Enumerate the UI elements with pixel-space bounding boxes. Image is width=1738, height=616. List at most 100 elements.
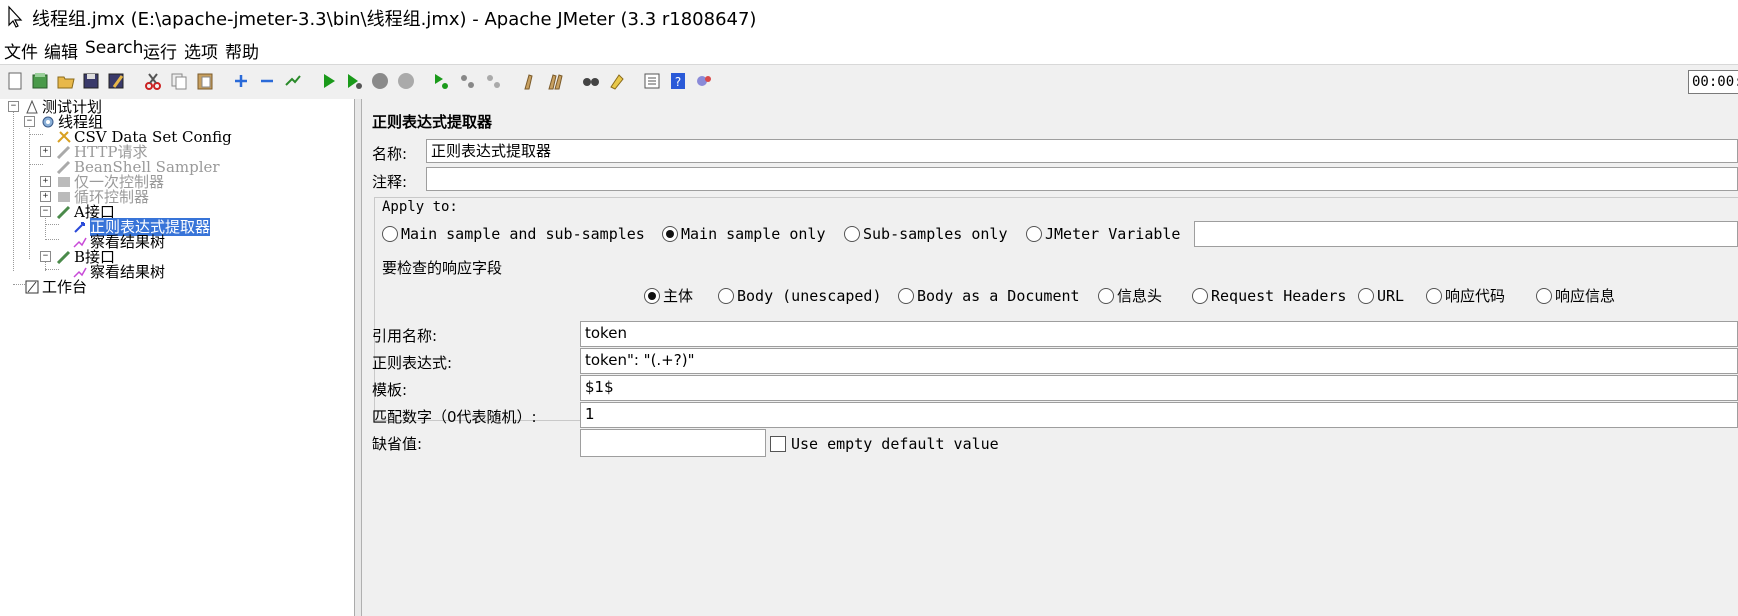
start-no-pause-icon[interactable] xyxy=(343,70,365,92)
menu-file[interactable]: 文件 xyxy=(4,38,38,63)
comment-field[interactable] xyxy=(426,167,1738,191)
template-field[interactable]: $1$ xyxy=(580,375,1738,401)
reference-name-label: 引用名称: xyxy=(372,327,438,345)
use-empty-default-checkbox[interactable]: Use empty default value xyxy=(770,433,999,455)
clear-icon[interactable] xyxy=(518,70,540,92)
cut-icon[interactable] xyxy=(142,70,164,92)
jmeter-feather-icon xyxy=(6,5,28,29)
radio-body[interactable]: 主体 xyxy=(644,285,693,307)
clear-all-icon[interactable] xyxy=(544,70,566,92)
controller-icon xyxy=(56,175,72,189)
reset-search-icon[interactable] xyxy=(606,70,628,92)
copy-icon[interactable] xyxy=(168,70,190,92)
reference-name-field[interactable]: token xyxy=(580,321,1738,347)
expand-toggle[interactable]: + xyxy=(40,191,51,202)
new-icon[interactable] xyxy=(4,70,26,92)
expand-icon[interactable] xyxy=(230,70,252,92)
function-helper-icon[interactable] xyxy=(641,70,663,92)
radio-body-unescaped[interactable]: Body (unescaped) xyxy=(718,285,882,307)
radio-indicator xyxy=(662,226,678,242)
radio-response-message[interactable]: 响应信息 xyxy=(1536,285,1615,307)
radio-sub-only[interactable]: Sub-samples only xyxy=(844,223,1008,245)
remote-stop-icon[interactable] xyxy=(456,70,478,92)
shutdown-icon[interactable] xyxy=(395,70,417,92)
collapse-toggle[interactable]: − xyxy=(8,101,19,112)
menu-edit[interactable]: 编辑 xyxy=(44,38,78,63)
comment-label: 注释: xyxy=(372,173,408,191)
expand-toggle[interactable]: + xyxy=(40,146,51,157)
paste-icon[interactable] xyxy=(194,70,216,92)
radio-indicator xyxy=(898,288,914,304)
collapse-icon[interactable] xyxy=(256,70,278,92)
pane-splitter[interactable] xyxy=(355,99,362,616)
search-icon[interactable] xyxy=(580,70,602,92)
save-icon[interactable] xyxy=(80,70,102,92)
stop-icon[interactable] xyxy=(369,70,391,92)
test-plan-icon xyxy=(24,99,40,114)
menu-run[interactable]: 运行 xyxy=(143,38,177,63)
toolbar: ? 00:00: xyxy=(0,64,1738,100)
regex-extractor-panel: 正则表达式提取器 名称: 正则表达式提取器 注释: Apply to: Main… xyxy=(362,99,1738,616)
default-value-field[interactable] xyxy=(580,429,766,457)
tree-item-workbench[interactable]: 工作台 xyxy=(24,279,87,295)
test-plan-tree[interactable]: − 测试计划 − 线程组 CSV Data Set Config + HTTP请… xyxy=(0,99,355,616)
checkbox-box xyxy=(770,436,786,452)
toggle-icon[interactable] xyxy=(282,70,304,92)
pipette-icon xyxy=(56,160,72,175)
radio-jmeter-variable[interactable]: JMeter Variable xyxy=(1026,223,1180,245)
menu-options[interactable]: 选项 xyxy=(184,38,218,63)
pipette-icon xyxy=(56,250,72,265)
radio-indicator xyxy=(1358,288,1374,304)
svg-text:?: ? xyxy=(675,75,681,89)
field-to-check-label: 要检查的响应字段 xyxy=(382,259,503,277)
template-label: 模板: xyxy=(372,381,408,399)
extractor-icon xyxy=(72,220,88,234)
gear-icon xyxy=(40,115,56,129)
log-viewer-icon[interactable] xyxy=(693,70,715,92)
radio-headers[interactable]: 信息头 xyxy=(1098,285,1162,307)
menu-help[interactable]: 帮助 xyxy=(225,38,259,63)
regex-label: 正则表达式: xyxy=(372,354,453,372)
wrench-icon xyxy=(56,130,72,144)
radio-main-and-sub[interactable]: Main sample and sub-samples xyxy=(382,223,645,245)
remote-shutdown-icon[interactable] xyxy=(482,70,504,92)
radio-url[interactable]: URL xyxy=(1358,285,1404,307)
menu-bar: 文件 编辑 Search 运行 选项 帮助 xyxy=(0,34,1738,64)
collapse-toggle[interactable]: − xyxy=(24,116,35,127)
radio-indicator xyxy=(1426,288,1442,304)
match-number-field[interactable]: 1 xyxy=(580,402,1738,428)
templates-icon[interactable] xyxy=(29,70,51,92)
listener-icon xyxy=(72,265,88,279)
panel-title: 正则表达式提取器 xyxy=(372,113,493,131)
name-label: 名称: xyxy=(372,145,408,163)
radio-indicator xyxy=(844,226,860,242)
open-icon[interactable] xyxy=(55,70,77,92)
pipette-icon xyxy=(56,205,72,220)
radio-indicator xyxy=(382,226,398,242)
radio-body-as-document[interactable]: Body as a Document xyxy=(898,285,1080,307)
default-value-label: 缺省值: xyxy=(372,435,423,453)
radio-request-headers[interactable]: Request Headers xyxy=(1192,285,1346,307)
regex-field[interactable]: token": "(.+?)" xyxy=(580,348,1738,374)
controller-icon xyxy=(56,190,72,204)
radio-indicator xyxy=(644,288,660,304)
collapse-toggle[interactable]: − xyxy=(40,251,51,262)
start-icon[interactable] xyxy=(318,70,340,92)
name-field[interactable]: 正则表达式提取器 xyxy=(426,139,1738,163)
workbench-icon xyxy=(24,280,40,294)
radio-main-only[interactable]: Main sample only xyxy=(662,223,826,245)
radio-indicator xyxy=(1026,226,1042,242)
remote-start-icon[interactable] xyxy=(430,70,452,92)
pipette-icon xyxy=(56,145,72,160)
radio-indicator xyxy=(718,288,734,304)
jmeter-variable-field[interactable] xyxy=(1194,221,1738,247)
help-icon[interactable]: ? xyxy=(667,70,689,92)
expand-toggle[interactable]: + xyxy=(40,176,51,187)
save-as-icon[interactable] xyxy=(105,70,127,92)
radio-response-code[interactable]: 响应代码 xyxy=(1426,285,1505,307)
listener-icon xyxy=(72,235,88,249)
match-number-label: 匹配数字（0代表随机）: xyxy=(372,408,537,426)
collapse-toggle[interactable]: − xyxy=(40,206,51,217)
window-title: 线程组.jmx (E:\apache-jmeter-3.3\bin\线程组.jm… xyxy=(32,9,757,30)
menu-search[interactable]: Search xyxy=(85,38,143,58)
